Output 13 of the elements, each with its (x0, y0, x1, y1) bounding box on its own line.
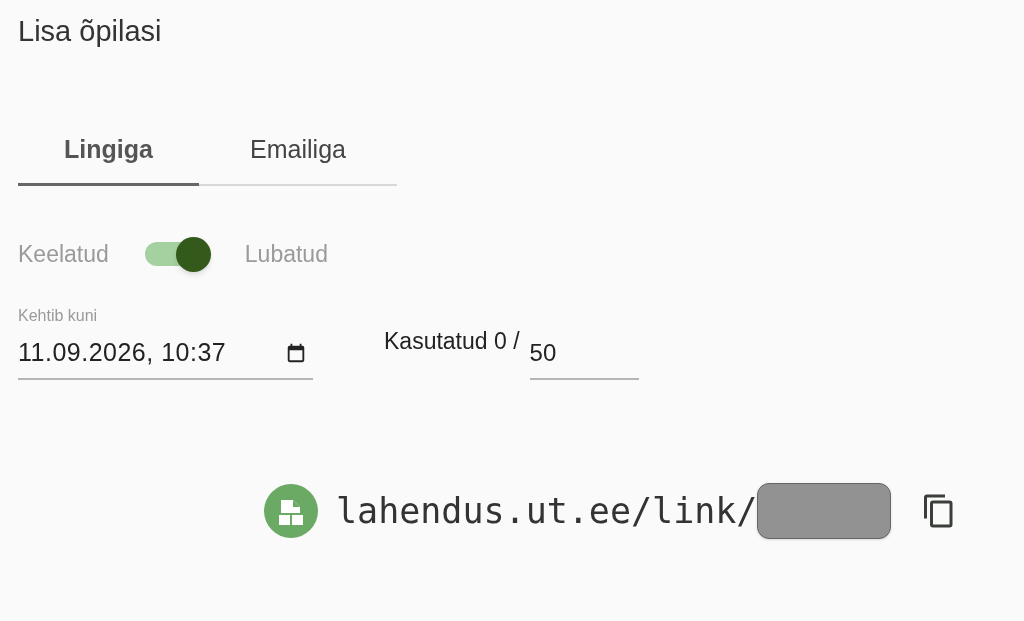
usage-label: Kasutatud 0 / (384, 326, 520, 356)
toggle-switch[interactable] (144, 234, 213, 274)
field-label: Kehtib kuni (18, 306, 98, 326)
link-url: lahendus.ut.ee/link/ (336, 489, 758, 533)
page-title: Lisa õpilasi (18, 14, 162, 49)
calendar-icon[interactable] (285, 342, 307, 364)
toggle-on-label: Lubatud (244, 239, 328, 269)
tab[interactable]: Emailiga (199, 116, 397, 186)
tab[interactable]: Lingiga (18, 116, 199, 186)
toggle-off-label: Keelatud (18, 239, 109, 269)
app-logo-icon (264, 484, 318, 538)
max-uses-field[interactable]: 50 (529, 328, 639, 380)
date-time-field[interactable]: 11.09.2026, 10:37 (18, 328, 313, 380)
